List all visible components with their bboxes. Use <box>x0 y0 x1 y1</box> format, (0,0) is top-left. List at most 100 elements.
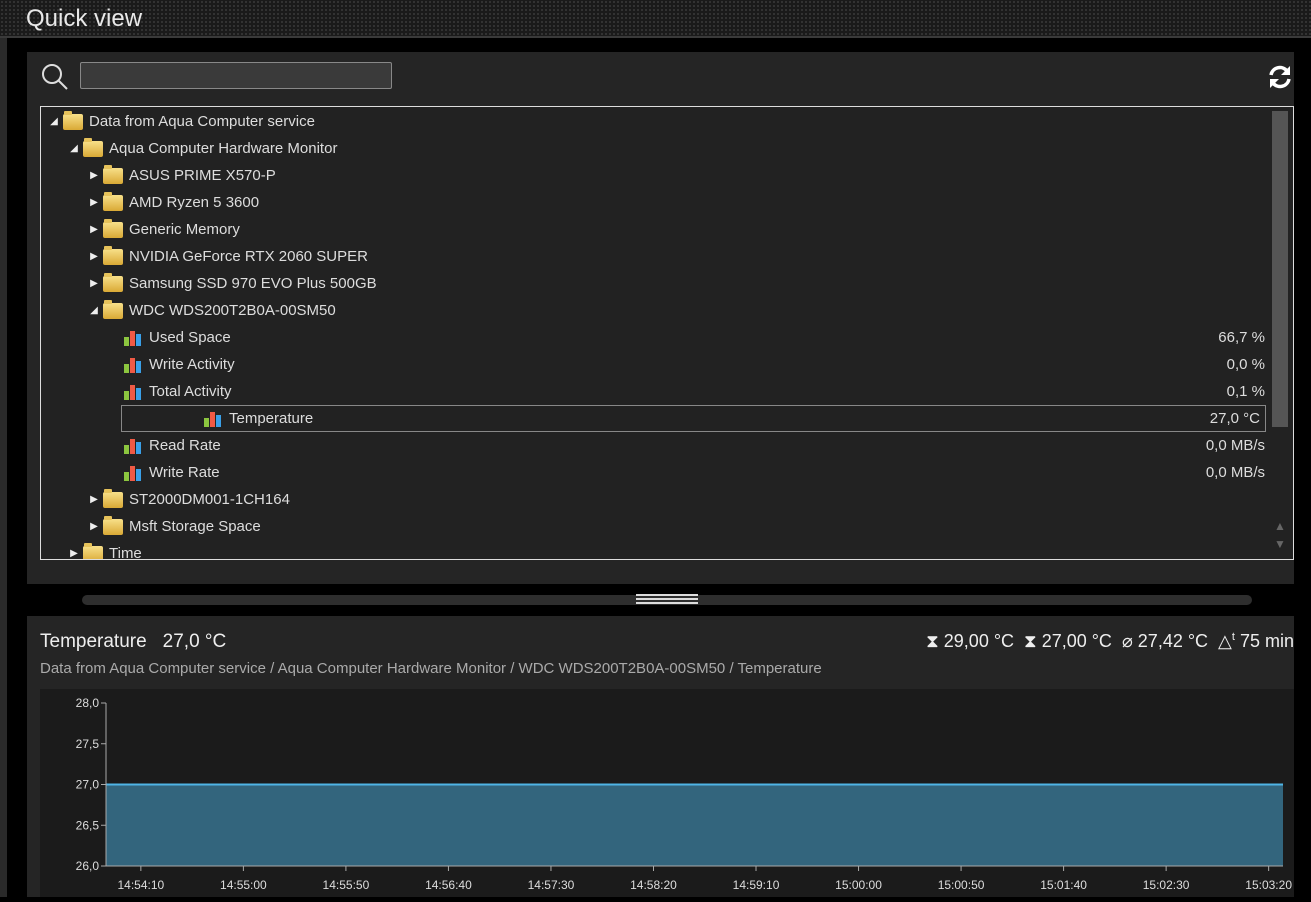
tree-item-label: Msft Storage Space <box>129 518 261 535</box>
y-tick-label: 28,0 <box>76 696 100 710</box>
scrollbar-thumb[interactable] <box>1272 111 1288 427</box>
expand-arrow-icon[interactable]: ▶ <box>67 548 81 559</box>
tree-item-value: 0,0 MB/s <box>1205 437 1265 454</box>
tree-sensor-item[interactable]: Used Space 66,7 % <box>41 324 1271 351</box>
average-icon: ⌀ <box>1121 631 1133 651</box>
tree-item-label: Temperature <box>229 410 314 427</box>
collapse-arrow-icon[interactable]: ◢ <box>47 116 61 127</box>
sensor-stats: ⧗ 29,00 °C ⧗ 27,00 °C ⌀ 27,42 °C △t 75 m… <box>926 631 1294 652</box>
tree-folder[interactable]: ▶ Time <box>41 540 1271 559</box>
tree-item-label: Data from Aqua Computer service <box>89 113 315 130</box>
tree-folder[interactable]: ▶ NVIDIA GeForce RTX 2060 SUPER <box>41 243 1271 270</box>
search-icon[interactable] <box>40 62 70 92</box>
y-tick-label: 26,0 <box>76 859 100 873</box>
chart-area: 28,0 27,5 27,0 26,5 26,0 14:54:10 14:55:00 14:5… <box>40 689 1294 897</box>
expand-arrow-icon[interactable]: ▶ <box>87 521 101 532</box>
sensor-path: Data from Aqua Computer service / Aqua C… <box>40 660 822 677</box>
expand-arrow-icon[interactable]: ▶ <box>87 224 101 235</box>
splitter-grip[interactable] <box>636 594 698 604</box>
tree-folder[interactable]: ▶ Generic Memory <box>41 216 1271 243</box>
min-icon: ⧗ <box>1024 631 1037 651</box>
panel-splitter[interactable] <box>82 594 1252 605</box>
tree-item-label: Used Space <box>149 329 231 346</box>
duration-value: 75 min <box>1239 631 1294 651</box>
scroll-up-icon[interactable]: ▲ <box>1274 519 1286 533</box>
tree-item-value: 0,1 % <box>1226 383 1265 400</box>
expand-arrow-icon[interactable]: ▶ <box>87 494 101 505</box>
tree-item-value: 66,7 % <box>1218 329 1265 346</box>
tree-folder[interactable]: ◢ WDC WDS200T2B0A-00SM50 <box>41 297 1271 324</box>
max-value: 29,00 °C <box>943 631 1015 651</box>
tree-item-label: Total Activity <box>149 383 232 400</box>
x-tick-label: 14:56:40 <box>425 878 472 892</box>
title-bar: Quick view <box>0 0 1311 38</box>
expand-arrow-icon[interactable]: ▶ <box>87 170 101 181</box>
folder-icon <box>103 272 123 292</box>
tree-sensor-item[interactable]: Total Activity 0,1 % <box>41 378 1271 405</box>
folder-icon <box>103 164 123 184</box>
refresh-icon[interactable] <box>1267 64 1293 90</box>
tree-folder[interactable]: ◢ Aqua Computer Hardware Monitor <box>41 135 1271 162</box>
left-border <box>0 38 7 897</box>
tree-item-label: WDC WDS200T2B0A-00SM50 <box>129 302 336 319</box>
expand-arrow-icon[interactable]: ▶ <box>87 251 101 262</box>
tree-item-label: AMD Ryzen 5 3600 <box>129 194 260 211</box>
tree-item-value: 0,0 % <box>1226 356 1265 373</box>
scroll-down-icon[interactable]: ▼ <box>1274 537 1286 551</box>
tree-folder[interactable]: ◢ Data from Aqua Computer service <box>41 108 1271 135</box>
avg-stat: ⌀ 27,42 °C <box>1122 631 1208 652</box>
sensor-tree-panel: ▲ ▼ ◢ Data from Aqua Computer service ◢ Aqua… <box>27 52 1294 584</box>
tree-sensor-item[interactable]: Read Rate 0,0 MB/s <box>41 432 1271 459</box>
x-tick-label: 15:00:00 <box>835 878 882 892</box>
min-stat: ⧗ 27,00 °C <box>1024 631 1112 652</box>
tree-item-label: Generic Memory <box>129 221 240 238</box>
duration-stat: △t 75 min <box>1218 631 1294 652</box>
folder-icon <box>103 299 123 319</box>
tree-item-label: ST2000DM001-1CH164 <box>129 491 290 508</box>
tree-scrollbar[interactable]: ▲ ▼ <box>1272 111 1288 555</box>
collapse-arrow-icon[interactable]: ◢ <box>87 305 101 316</box>
tree-item-label: NVIDIA GeForce RTX 2060 SUPER <box>129 248 368 265</box>
x-tick-label: 15:02:30 <box>1143 878 1190 892</box>
folder-icon <box>83 542 103 559</box>
tree-sensor-item[interactable]: Write Activity 0,0 % <box>41 351 1271 378</box>
tree-item-label: Write Rate <box>149 464 220 481</box>
min-value: 27,00 °C <box>1041 631 1112 651</box>
x-tick-label: 14:55:50 <box>323 878 370 892</box>
x-tick-label: 15:03:20 <box>1245 878 1292 892</box>
delta-time-icon: △t <box>1218 631 1235 651</box>
expand-arrow-icon[interactable]: ▶ <box>87 278 101 289</box>
sensor-title: Temperature 27,0 °C <box>40 631 226 653</box>
tree-folder[interactable]: ▶ Samsung SSD 970 EVO Plus 500GB <box>41 270 1271 297</box>
tree-item-value: 27,0 °C <box>1209 410 1260 427</box>
bar-chart-icon <box>124 330 141 346</box>
folder-icon <box>103 218 123 238</box>
x-tick-label: 14:57:30 <box>528 878 575 892</box>
sensor-current-value: 27,0 °C <box>162 631 227 652</box>
search-input[interactable] <box>80 62 392 89</box>
x-tick-label: 15:01:40 <box>1040 878 1087 892</box>
collapse-arrow-icon[interactable]: ◢ <box>67 143 81 154</box>
folder-icon <box>103 191 123 211</box>
tree-folder[interactable]: ▶ ASUS PRIME X570-P <box>41 162 1271 189</box>
x-tick-label: 14:58:20 <box>630 878 677 892</box>
tree-folder[interactable]: ▶ ST2000DM001-1CH164 <box>41 486 1271 513</box>
bar-chart-icon <box>124 357 141 373</box>
tree-folder[interactable]: ▶ AMD Ryzen 5 3600 <box>41 189 1271 216</box>
tree-item-label: Write Activity <box>149 356 235 373</box>
window-title: Quick view <box>26 5 143 32</box>
x-tick-label: 14:55:00 <box>220 878 267 892</box>
expand-arrow-icon[interactable]: ▶ <box>87 197 101 208</box>
x-tick-label: 15:00:50 <box>938 878 985 892</box>
sensor-name: Temperature <box>40 631 147 652</box>
sensor-tree: ▲ ▼ ◢ Data from Aqua Computer service ◢ Aqua… <box>40 106 1294 560</box>
max-stat: ⧗ 29,00 °C <box>926 631 1014 652</box>
tree-folder[interactable]: ▶ Msft Storage Space <box>41 513 1271 540</box>
y-tick-label: 27,0 <box>76 778 100 792</box>
folder-icon <box>103 245 123 265</box>
tree-item-label: Read Rate <box>149 437 221 454</box>
tree-item-label: ASUS PRIME X570-P <box>129 167 276 184</box>
tree-sensor-item[interactable]: Write Rate 0,0 MB/s <box>41 459 1271 486</box>
tree-sensor-item[interactable]: Temperature 27,0 °C <box>121 405 1266 432</box>
x-tick-label: 14:59:10 <box>733 878 780 892</box>
